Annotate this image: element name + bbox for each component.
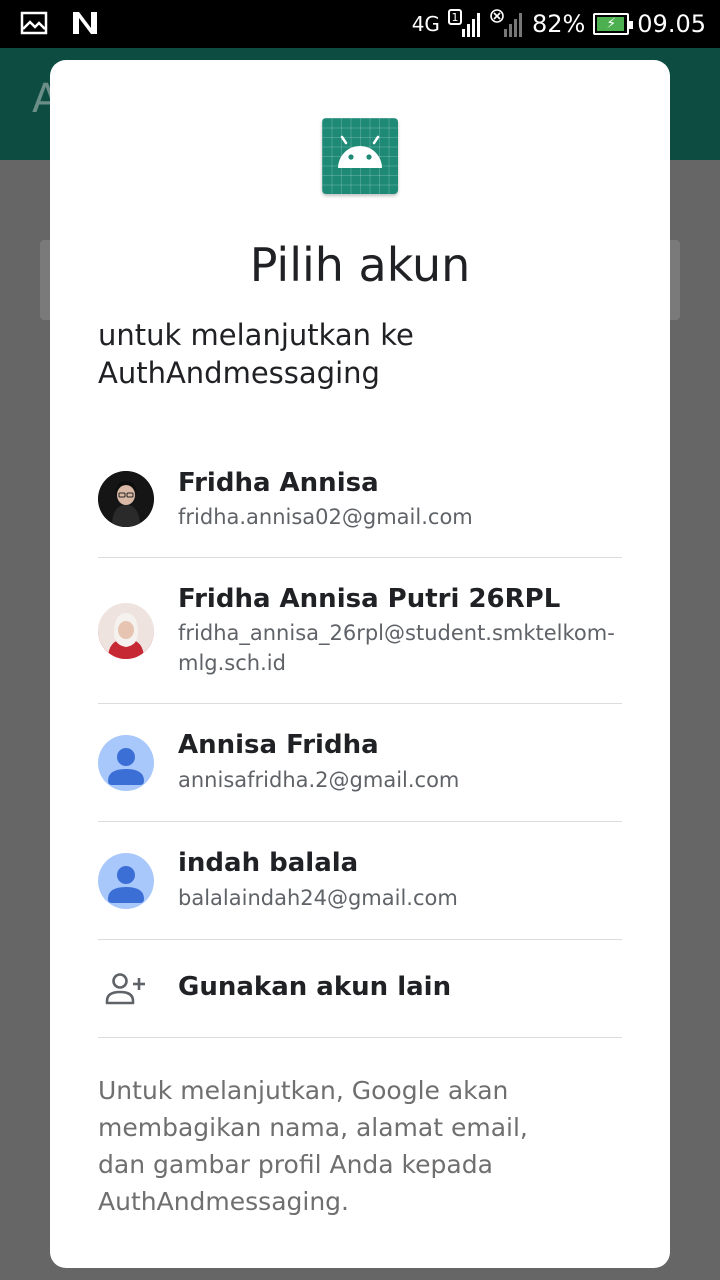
account-name: Fridha Annisa Putri 26RPL xyxy=(178,584,561,614)
status-bar-left xyxy=(20,10,100,36)
account-item-fridha-annisa[interactable]: Fridha Annisa fridha.annisa02@gmail.com xyxy=(98,456,622,558)
sim-badge: 1 xyxy=(451,11,458,24)
account-email: balalaindah24@gmail.com xyxy=(178,886,458,910)
account-list: Fridha Annisa fridha.annisa02@gmail.com … xyxy=(98,456,622,1038)
account-name: Fridha Annisa xyxy=(178,468,379,498)
avatar xyxy=(98,471,154,527)
account-name: indah balala xyxy=(178,848,359,878)
use-another-account-label: Gunakan akun lain xyxy=(178,972,452,1002)
privacy-disclaimer: Untuk melanjutkan, Google akan membagika… xyxy=(98,1076,528,1216)
default-person-icon xyxy=(98,735,154,791)
use-another-account-button[interactable]: Gunakan akun lain xyxy=(98,940,622,1038)
avatar xyxy=(98,603,154,659)
account-email: annisafridha.2@gmail.com xyxy=(178,768,460,792)
account-name: Annisa Fridha xyxy=(178,730,379,760)
dialog-subtitle: untuk melanjutkan ke AuthAndmessaging xyxy=(98,318,414,390)
no-sim-signal-icon xyxy=(490,9,522,37)
account-email: fridha.annisa02@gmail.com xyxy=(178,505,473,529)
battery-percent: 82% xyxy=(531,10,586,38)
status-bar-right: 4G 1 82% ⚡ 09.05 xyxy=(412,0,706,48)
account-email: fridha_annisa_26rpl@student.smktelkom-ml… xyxy=(178,621,615,675)
n-logo-icon xyxy=(73,12,97,34)
account-chooser-dialog: Pilih akun untuk melanjutkan ke AuthAndm… xyxy=(50,60,670,1268)
android-app-icon xyxy=(322,118,398,194)
account-item-annisa-fridha[interactable]: Annisa Fridha annisafridha.2@gmail.com xyxy=(98,704,622,822)
clock: 09.05 xyxy=(637,10,706,38)
status-bar: 4G 1 82% ⚡ 09.05 xyxy=(0,0,720,48)
battery-charging-icon: ⚡ xyxy=(593,13,634,35)
signal-icon: 1 xyxy=(447,9,480,37)
account-item-indah-balala[interactable]: indah balala balalaindah24@gmail.com xyxy=(98,822,622,940)
network-label: 4G xyxy=(411,12,440,36)
add-person-icon xyxy=(105,973,145,1005)
image-icon xyxy=(20,11,48,35)
default-person-icon xyxy=(98,853,154,909)
dialog-title: Pilih akun xyxy=(249,238,471,292)
account-item-fridha-annisa-putri[interactable]: Fridha Annisa Putri 26RPL fridha_annisa_… xyxy=(98,558,622,704)
